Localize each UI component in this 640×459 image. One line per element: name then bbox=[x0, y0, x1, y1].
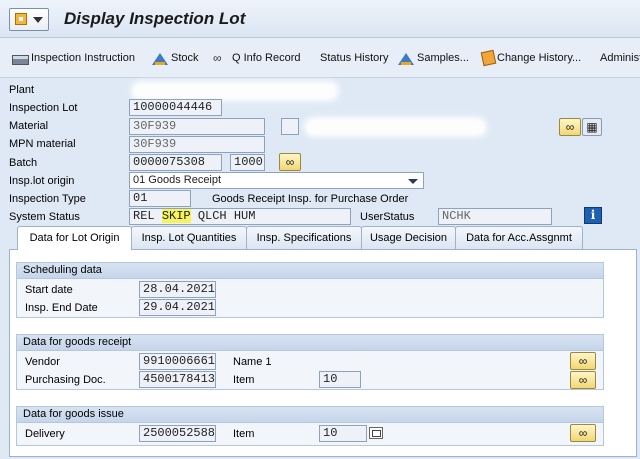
start-date-field[interactable]: 28.04.2021 bbox=[139, 281, 216, 298]
mpn-label: MPN material bbox=[9, 138, 76, 150]
user-status-field[interactable]: NCHK bbox=[438, 208, 552, 225]
origin-select[interactable]: 01 Goods Receipt bbox=[129, 172, 424, 189]
delivery-label: Delivery bbox=[25, 428, 65, 440]
inspection-type-desc: Goods Receipt Insp. for Purchase Order bbox=[212, 193, 409, 205]
user-status-label: UserStatus bbox=[360, 211, 415, 223]
inspection-type-field[interactable]: 01 bbox=[129, 190, 191, 207]
material-field[interactable]: 30F939 bbox=[129, 118, 265, 135]
vendor-field[interactable]: 9910006661 bbox=[139, 353, 216, 370]
mountain-icon bbox=[398, 50, 415, 66]
item-field[interactable]: 10 bbox=[319, 371, 361, 388]
system-status-label: System Status bbox=[9, 211, 80, 223]
stamp-icon bbox=[480, 49, 497, 67]
purchasing-doc-label: Purchasing Doc. bbox=[25, 374, 106, 386]
title-bar: Display Inspection Lot bbox=[0, 0, 640, 38]
status-history-button[interactable]: Status History bbox=[320, 48, 388, 68]
end-date-field[interactable]: 29.04.2021 bbox=[139, 299, 216, 316]
stock-button[interactable]: Stock bbox=[152, 48, 199, 68]
tab-data-for-lot-origin[interactable]: Data for Lot Origin bbox=[17, 226, 132, 250]
glasses-icon[interactable]: ∞ bbox=[279, 153, 301, 171]
scheduling-title: Scheduling data bbox=[17, 263, 603, 279]
status-skip-highlight: SKIP bbox=[161, 209, 191, 223]
inspection-instruction-button[interactable]: Inspection Instruction bbox=[12, 48, 135, 68]
material-desc-redacted bbox=[308, 121, 483, 133]
goods-receipt-title: Data for goods receipt bbox=[17, 335, 603, 351]
start-date-label: Start date bbox=[25, 284, 73, 296]
tab-panel: Scheduling data Start date 28.04.2021 In… bbox=[9, 249, 637, 457]
plant-label: Plant bbox=[9, 84, 35, 96]
copy-icon[interactable] bbox=[369, 427, 383, 439]
material-label: Material bbox=[9, 120, 49, 132]
plant-redacted bbox=[135, 85, 335, 97]
batch-qty-field[interactable]: 1000 bbox=[230, 154, 265, 171]
mountain-icon bbox=[152, 50, 169, 66]
glasses-icon[interactable]: ∞ bbox=[570, 424, 596, 442]
material-checkbox[interactable] bbox=[281, 118, 299, 135]
vendor-label: Vendor bbox=[25, 356, 60, 368]
tab-usage-decision[interactable]: Usage Decision bbox=[361, 226, 456, 249]
inspection-lot-field[interactable]: 10000044446 bbox=[129, 99, 222, 116]
q-info-record-button[interactable]: ∞ Q Info Record bbox=[213, 48, 300, 68]
mpn-field[interactable]: 30F939 bbox=[129, 136, 265, 153]
tab-insp-specifications[interactable]: Insp. Specifications bbox=[246, 226, 362, 249]
item-label: Item bbox=[233, 374, 255, 386]
page-title: Display Inspection Lot bbox=[64, 9, 246, 28]
goods-issue-group: Data for goods issue Delivery 2500052588… bbox=[16, 406, 604, 446]
delivery-field[interactable]: 2500052588 bbox=[139, 425, 216, 442]
scheduling-group: Scheduling data Start date 28.04.2021 In… bbox=[16, 262, 604, 318]
samples-button[interactable]: Samples... bbox=[398, 48, 469, 68]
glasses-icon: ∞ bbox=[213, 51, 222, 65]
glasses-icon[interactable]: ∞ bbox=[570, 352, 596, 370]
vendor-name: Name 1 bbox=[233, 356, 272, 368]
end-date-label: Insp. End Date bbox=[25, 302, 98, 314]
goods-receipt-group: Data for goods receipt Vendor 9910006661… bbox=[16, 334, 604, 390]
system-status-field[interactable]: REL SKIP QLCH HUM bbox=[129, 208, 351, 225]
batch-label: Batch bbox=[9, 157, 38, 169]
change-history-button[interactable]: Change History... bbox=[480, 48, 581, 68]
printer-icon bbox=[12, 55, 29, 65]
administ-button[interactable]: Administ bbox=[600, 48, 640, 68]
batch-field[interactable]: 0000075308 bbox=[129, 154, 222, 171]
tab-insp-lot-quantities[interactable]: Insp. Lot Quantities bbox=[131, 226, 247, 249]
glasses-icon[interactable]: ∞ bbox=[570, 371, 596, 389]
item-field[interactable]: 10 bbox=[319, 425, 367, 442]
origin-label: Insp.lot origin bbox=[9, 175, 75, 187]
inspection-type-label: Inspection Type bbox=[9, 193, 86, 205]
tab-data-for-acc-assgnmt[interactable]: Data for Acc.Assgnmt bbox=[455, 226, 583, 249]
purchasing-doc-field[interactable]: 4500178413 bbox=[139, 371, 216, 388]
info-icon[interactable]: i bbox=[584, 207, 602, 224]
document-icon[interactable]: ▦ bbox=[582, 118, 602, 136]
menu-icon[interactable] bbox=[9, 8, 49, 31]
inspection-lot-label: Inspection Lot bbox=[9, 102, 78, 114]
glasses-icon[interactable]: ∞ bbox=[559, 118, 581, 136]
goods-issue-title: Data for goods issue bbox=[17, 407, 603, 423]
item-label: Item bbox=[233, 428, 255, 440]
chevron-down-icon[interactable] bbox=[408, 179, 418, 184]
application-toolbar: Inspection Instruction Stock ∞ Q Info Re… bbox=[0, 38, 640, 78]
